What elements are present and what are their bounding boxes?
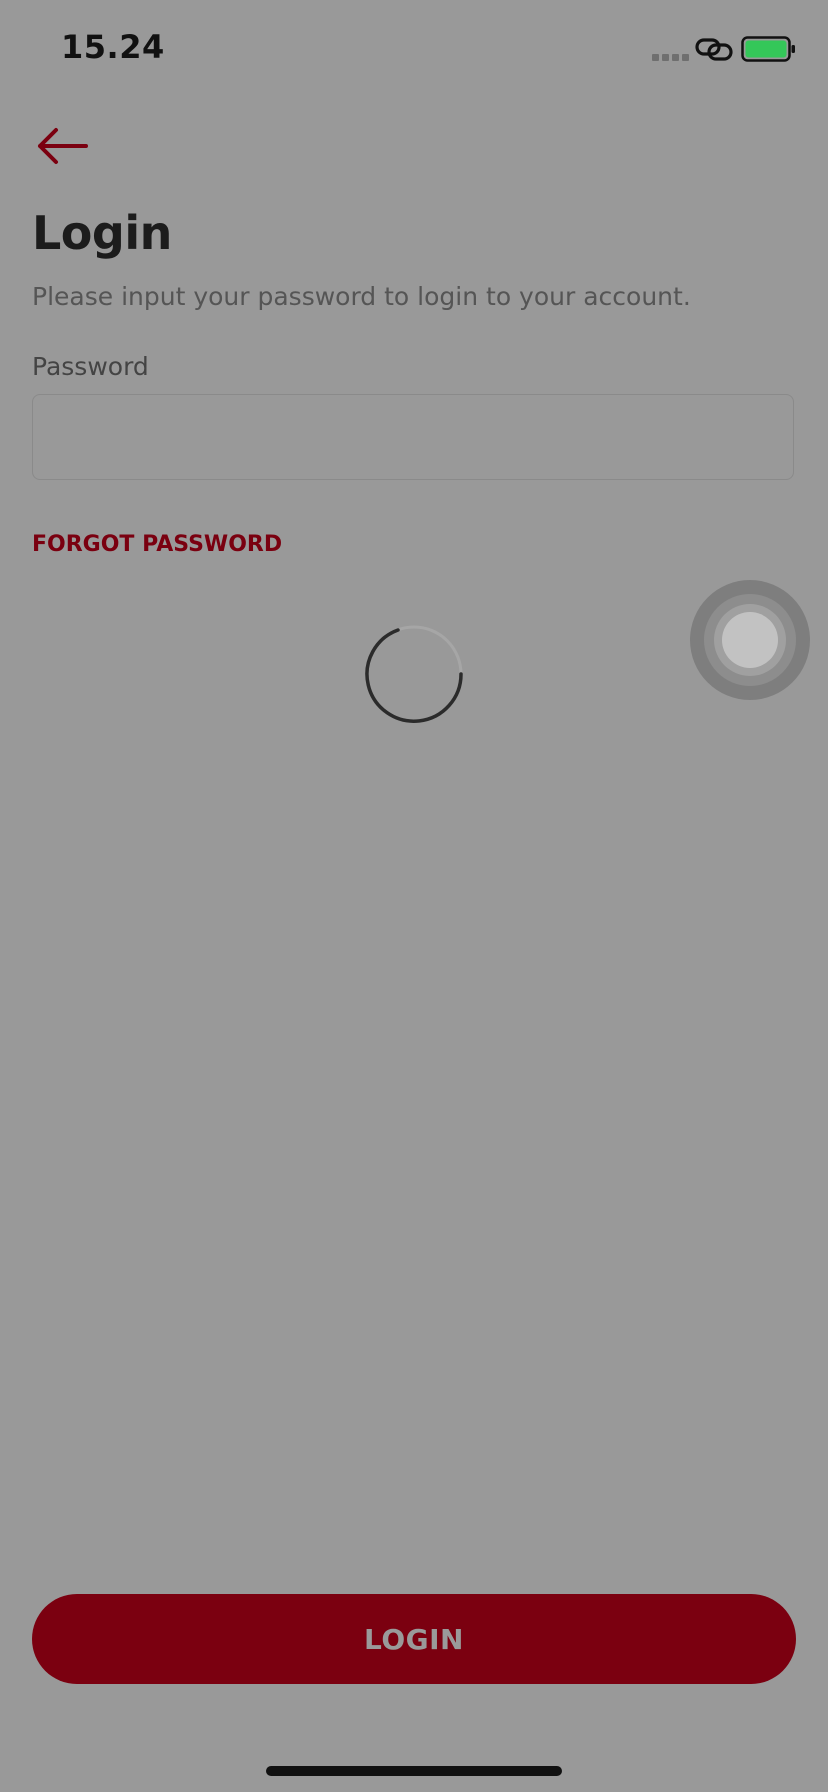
status-time: 15.24 [61,28,165,66]
page-subtitle: Please input your password to login to y… [32,282,691,311]
back-arrow-icon[interactable] [32,122,92,172]
assistive-touch-button[interactable] [690,580,810,700]
link-icon [695,38,733,61]
signal-dots-icon [652,54,689,61]
page-title: Login [32,206,172,260]
password-label: Password [32,352,149,381]
home-indicator [266,1766,562,1776]
forgot-password-link[interactable]: FORGOT PASSWORD [32,532,282,557]
battery-icon [741,36,795,62]
login-button[interactable]: LOGIN [32,1594,796,1684]
password-input[interactable] [32,394,794,480]
status-bar: 15.24 [0,0,828,100]
loading-spinner-icon [365,625,463,723]
